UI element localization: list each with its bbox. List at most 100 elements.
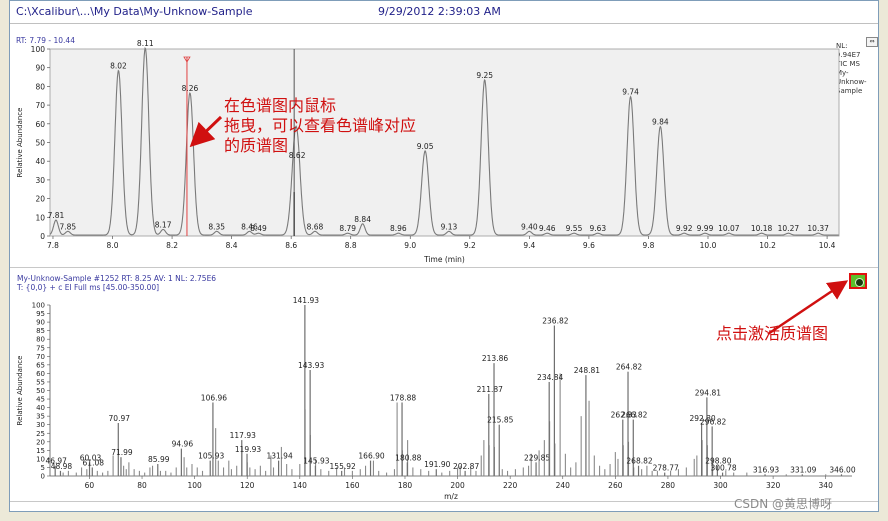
x-tick-label: 9.2: [464, 241, 476, 250]
peak-label: 61.08: [83, 458, 105, 467]
peak-label: 9.74: [622, 88, 639, 97]
peak-label: 131.94: [266, 452, 292, 461]
peak-label: 9.55: [566, 224, 583, 233]
x-tick-label: 340: [819, 481, 834, 490]
x-tick-label: 320: [766, 481, 781, 490]
watermark: CSDN @黄思博呀: [734, 497, 833, 511]
peak-label: 9.46: [539, 224, 556, 233]
x-axis-label: Time (min): [423, 255, 465, 264]
peak-label: 71.99: [111, 448, 133, 457]
peak-label: 229.85: [524, 453, 550, 462]
window-header: C:\Xcalibur\...\My Data\My-Unknow-Sample…: [10, 1, 878, 24]
y-tick-label: 40: [35, 157, 45, 166]
y-tick-label: 50: [36, 387, 45, 395]
peak-label: 236.82: [542, 317, 568, 326]
x-tick-label: 8.4: [226, 241, 238, 250]
peak-label: 178.88: [390, 393, 416, 402]
y-tick-label: 60: [35, 120, 45, 129]
y-tick-label: 20: [36, 438, 45, 446]
peak-label: 248.81: [574, 366, 600, 375]
peak-label: 48.98: [51, 462, 73, 471]
peak-label: 166.90: [358, 452, 384, 461]
peak-label: 8.11: [137, 39, 154, 48]
x-axis-label: m/z: [444, 492, 458, 501]
mass-spectrum-panel[interactable]: My-Unknow-Sample #1252 RT: 8.25 AV: 1 NL…: [10, 273, 878, 502]
peak-label: 10.37: [807, 224, 829, 233]
peak-label: 9.63: [589, 224, 606, 233]
peak-label: 9.05: [417, 142, 434, 151]
peak-label: 215.85: [487, 416, 513, 425]
x-tick-label: 160: [345, 481, 360, 490]
peak-label: 9.99: [697, 224, 714, 233]
peak-label: 202.87: [453, 462, 479, 471]
x-tick-label: 8.8: [345, 241, 357, 250]
peak-label: 8.02: [110, 61, 127, 70]
peak-label: 213.86: [482, 354, 508, 363]
chromatogram-chart[interactable]: 0 10 20 30 40 50 60 70 80 90 100 7.8 8.0 8.2 8.4 8.6 8.8…: [10, 34, 878, 267]
y-tick-label: 35: [36, 413, 45, 421]
x-tick-label: 9.0: [404, 241, 416, 250]
chromatogram-window: C:\Xcalibur\...\My Data\My-Unknow-Sample…: [9, 0, 879, 512]
peak-label: 8.35: [208, 222, 225, 231]
x-tick-label: 7.8: [47, 241, 59, 250]
peak-label: 7.85: [60, 222, 77, 231]
peak-label: 9.25: [476, 71, 493, 80]
peak-label: 105.93: [198, 452, 224, 461]
y-tick-label: 80: [35, 82, 45, 91]
peak-label: 143.93: [298, 361, 324, 370]
peak-label: 8.17: [155, 220, 172, 229]
x-tick-label: 240: [556, 481, 571, 490]
y-tick-label: 90: [36, 319, 45, 327]
y-tick-label: 30: [36, 421, 45, 429]
plot-area: [49, 48, 840, 237]
x-tick-label: 280: [661, 481, 676, 490]
peak-label: 141.93: [293, 296, 319, 305]
peak-label: 296.82: [700, 417, 726, 426]
x-tick-label: 9.4: [523, 241, 535, 250]
peak-label: 8.26: [182, 84, 199, 93]
mass-spectrum-chart[interactable]: 0510152025303540455055606570758085909510…: [10, 273, 878, 501]
peak-label: 346.00: [829, 465, 855, 474]
x-tick-label: 80: [137, 481, 147, 490]
x-tick-label: 220: [503, 481, 518, 490]
peak-label: 9.13: [441, 222, 458, 231]
peak-label: 10.27: [778, 224, 800, 233]
x-tick-label: 8.6: [285, 241, 297, 250]
x-tick-label: 300: [713, 481, 728, 490]
x-tick-label: 200: [450, 481, 465, 490]
peak-label: 155.92: [330, 462, 356, 471]
peak-label: 294.81: [695, 388, 721, 397]
y-tick-label: 85: [36, 327, 45, 335]
x-tick-label: 140: [293, 481, 308, 490]
peak-label: 278.77: [653, 464, 679, 473]
peak-label: 180.88: [395, 453, 421, 462]
peak-label: 9.92: [676, 224, 693, 233]
y-tick-label: 60: [36, 370, 45, 378]
y-tick-label: 90: [35, 64, 45, 73]
file-path: C:\Xcalibur\...\My Data\My-Unknow-Sample: [16, 5, 253, 18]
x-tick-label: 9.8: [642, 241, 654, 250]
y-tick-label: 0: [41, 473, 45, 481]
peak-label: 191.90: [424, 460, 450, 469]
peak-label: 85.99: [148, 455, 170, 464]
activate-annotation: 点击激活质谱图: [716, 324, 829, 343]
x-tick-label: 8.0: [107, 241, 119, 250]
peak-label: 119.93: [235, 445, 261, 454]
drag-annotation: 在色谱图内鼠标 拖曳，可以查看色谱峰对应 的质谱图: [224, 96, 416, 156]
peak-label: 10.07: [718, 224, 740, 233]
x-tick-label: 9.6: [583, 241, 595, 250]
drag-annotation-line: 的质谱图: [224, 136, 289, 155]
x-tick-label: 8.2: [166, 241, 178, 250]
y-tick-label: 55: [36, 378, 45, 386]
peak-label: 8.49: [250, 224, 267, 233]
peak-label: 8.79: [339, 224, 356, 233]
peak-label: 331.09: [790, 465, 816, 474]
y-tick-label: 10: [35, 213, 45, 222]
peak-label: 264.82: [616, 363, 642, 372]
x-tick-label: 180: [398, 481, 413, 490]
peak-label: 9.84: [652, 118, 669, 127]
drag-annotation-line: 在色谱图内鼠标: [224, 96, 337, 115]
chromatogram-panel[interactable]: RT: 7.79 - 10.44 ⇔ NL: 9.94E7 TIC MS My-…: [10, 34, 878, 268]
y-axis-label: Relative Abundance: [16, 356, 24, 426]
y-tick-label: 65: [36, 361, 45, 369]
